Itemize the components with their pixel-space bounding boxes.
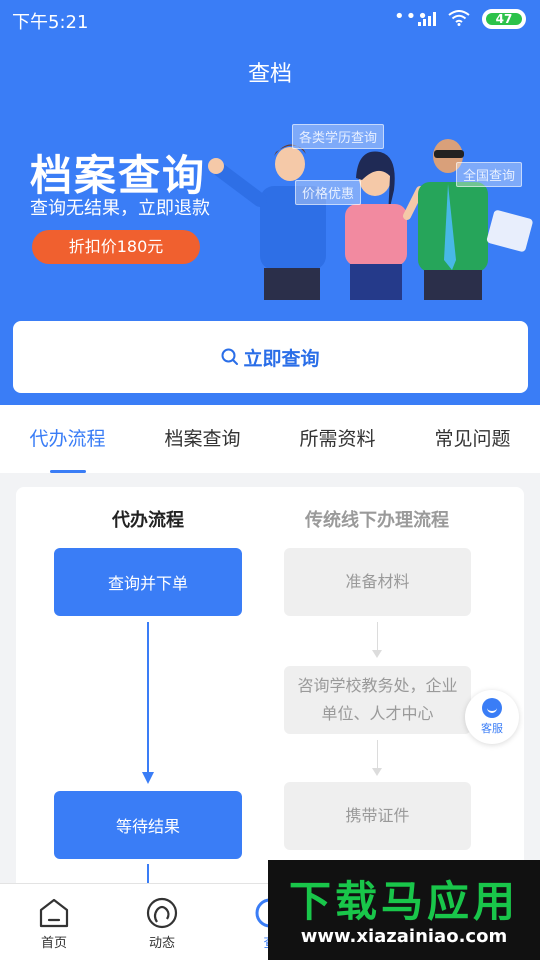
offline-arrow-line	[377, 740, 378, 770]
discount-price-button[interactable]: 折扣价180元	[32, 230, 200, 264]
offline-step: 咨询学校教务处，企业单位、人才中心	[284, 666, 471, 734]
banner-tag: 全国查询	[456, 162, 523, 187]
agency-process-heading: 代办流程	[112, 510, 184, 531]
feed-icon	[146, 897, 178, 929]
customer-service-button[interactable]: 客服	[465, 690, 519, 744]
process-step: 等待结果	[54, 791, 242, 859]
nav-home-label: 首页	[40, 936, 67, 951]
tab-agency-process[interactable]: 代办流程	[0, 405, 135, 473]
nav-feed-label: 动态	[148, 936, 175, 951]
flow-arrow-head	[142, 772, 154, 784]
search-icon	[221, 348, 239, 365]
watermark-title: 下载马应用	[288, 877, 519, 926]
customer-service-label: 客服	[481, 722, 503, 735]
offline-step: 准备材料	[284, 548, 471, 616]
tab-bar: 代办流程 档案查询 所需资料 常见问题	[0, 405, 540, 473]
banner-tag: 价格优惠	[295, 180, 362, 205]
banner-subtitle: 查询无结果，立即退款	[30, 198, 210, 219]
app-screen: 下午5:21 ••• 47 查档 档案查询 查询无结果，立即退款 折扣价180元	[0, 0, 540, 960]
nav-home[interactable]: 首页	[14, 884, 94, 960]
offline-arrow-head	[372, 650, 382, 658]
wifi-icon	[448, 10, 470, 26]
hero-banner: 下午5:21 ••• 47 查档 档案查询 查询无结果，立即退款 折扣价180元	[0, 0, 540, 405]
offline-step: 携带证件	[284, 782, 471, 850]
process-step: 查询并下单	[54, 548, 242, 616]
nav-feed[interactable]: 动态	[122, 884, 202, 960]
home-icon	[39, 898, 69, 928]
tab-faq[interactable]: 常见问题	[405, 405, 540, 473]
status-time: 下午5:21	[12, 12, 89, 33]
tab-archive-query[interactable]: 档案查询	[135, 405, 270, 473]
banner-tag: 各类学历查询	[292, 124, 385, 149]
search-now-label: 立即查询	[243, 347, 320, 370]
flow-arrow-line	[147, 622, 149, 774]
service-face-icon	[482, 698, 502, 718]
page-title: 查档	[247, 62, 292, 87]
offline-arrow-head	[372, 768, 382, 776]
flow-arrow-line	[147, 864, 149, 884]
status-bar: 下午5:21 ••• 47	[0, 0, 540, 40]
signal-icon	[418, 12, 436, 26]
tab-required-materials[interactable]: 所需资料	[270, 405, 405, 473]
battery-level: 47	[495, 12, 513, 26]
offline-arrow-line	[377, 622, 378, 652]
watermark-overlay: 下载马应用 www.xiazainiao.com	[268, 860, 540, 960]
battery-indicator: 47	[482, 9, 526, 29]
offline-process-heading: 传统线下办理流程	[305, 510, 449, 531]
watermark-url: www.xiazainiao.com	[300, 926, 508, 947]
search-now-button[interactable]: 立即查询	[13, 321, 528, 393]
